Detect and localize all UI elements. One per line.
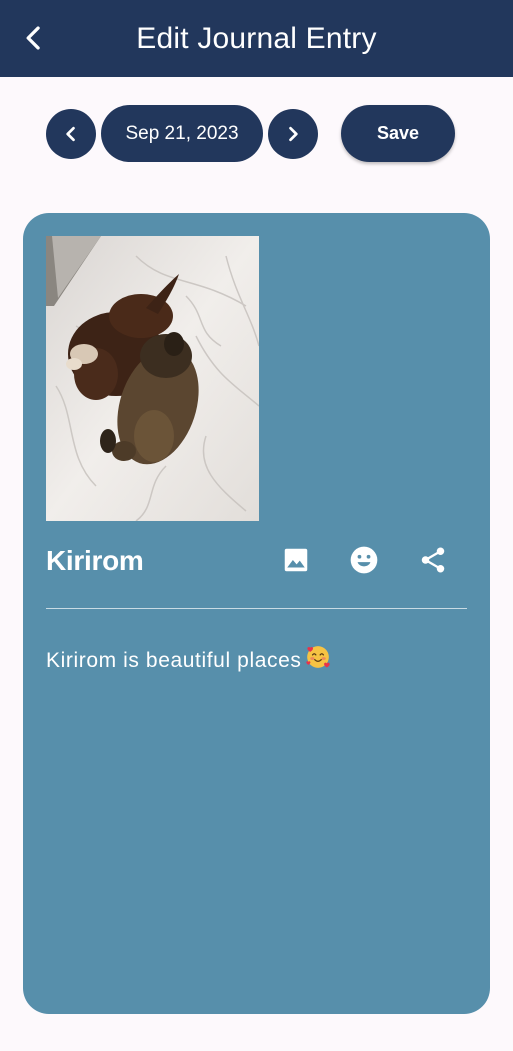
entry-photo[interactable] xyxy=(46,236,259,521)
entry-title[interactable]: Kirirom xyxy=(46,545,144,577)
next-date-button[interactable] xyxy=(268,109,318,159)
back-button[interactable] xyxy=(14,18,54,58)
previous-date-button[interactable] xyxy=(46,109,96,159)
image-icon xyxy=(284,548,308,572)
entry-body-text[interactable]: Kirirom is beautiful places xyxy=(46,644,467,676)
add-image-button[interactable] xyxy=(276,540,316,580)
app-bar: Edit Journal Entry xyxy=(0,0,513,77)
share-button[interactable] xyxy=(413,540,453,580)
date-picker-button[interactable]: Sep 21, 2023 xyxy=(101,105,263,162)
chevron-right-icon xyxy=(289,126,298,142)
share-icon xyxy=(421,547,445,573)
journal-entry-card: Kirirom Kirirom is beautiful places xyxy=(23,213,490,1014)
chevron-left-icon xyxy=(26,26,40,50)
entry-body-label: Kirirom is beautiful places xyxy=(46,649,302,672)
puppies-photo-image xyxy=(46,236,259,521)
emoji-icon xyxy=(350,546,378,574)
smiling-face-with-hearts-icon xyxy=(305,644,331,676)
page-title: Edit Journal Entry xyxy=(136,21,377,55)
save-button[interactable]: Save xyxy=(341,105,455,162)
chevron-left-icon xyxy=(66,126,75,142)
divider xyxy=(46,608,467,609)
add-emoji-button[interactable] xyxy=(344,540,384,580)
